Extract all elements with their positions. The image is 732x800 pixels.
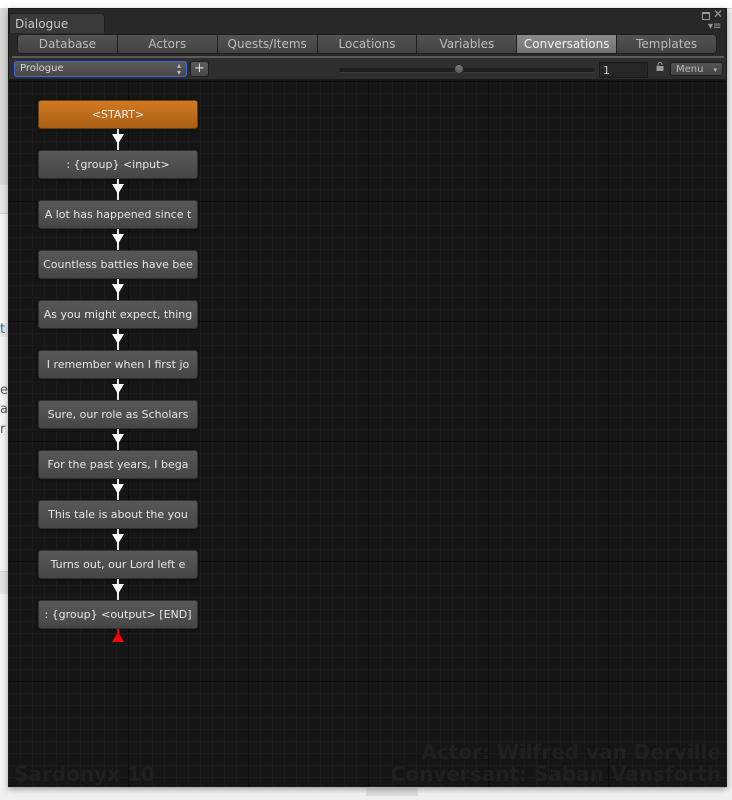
tab-quests-items[interactable]: Quests/Items [217,34,318,54]
background-text-fragment: al [0,403,8,417]
link-arrow-icon [112,534,124,544]
dialogue-entry-node[interactable]: I remember when I first jo [38,350,198,379]
window-title-tab[interactable]: Dialogue [9,13,105,33]
link-arrow-icon [112,134,124,144]
link-arrow-icon [112,384,124,394]
link-arrow-icon [112,584,124,594]
select-arrows-icon: ▴ ▾ [176,61,181,77]
background-band [366,788,418,796]
dialogue-entry-node[interactable]: For the past years, I bega [38,450,198,479]
zoom-slider[interactable] [339,64,595,74]
add-conversation-button[interactable]: + [190,61,209,77]
background-text-fragment: r [0,423,6,437]
group-node[interactable]: : {group} <input> [38,150,198,179]
link-arrow-icon [112,234,124,244]
link-arrow-icon [112,284,124,294]
participants-watermark: Actor: Wilfred van Derville Conversant: … [391,741,721,785]
dialogue-entry-node[interactable]: As you might expect, thing [38,300,198,329]
tab-locations[interactable]: Locations [317,34,418,54]
chevron-down-icon: ▾ [713,66,717,74]
link-arrow-icon [112,334,124,344]
conversation-select-value: Prologue [20,63,64,74]
actor-watermark: Actor: Wilfred van Derville [421,740,721,764]
tab-actors[interactable]: Actors [117,34,218,54]
section-tabs: Database Actors Quests/Items Locations Varia… [17,34,718,54]
link-arrow-icon [112,184,124,194]
conversation-select[interactable]: Prologue ▴ ▾ [14,61,187,77]
conversation-toolbar: Prologue ▴ ▾ + 1 Menu ▾ [9,58,726,80]
start-node[interactable]: <START> [38,100,198,129]
link-arrow-icon [112,484,124,494]
window-menu-icon[interactable]: ▾≡ [708,21,721,32]
tab-variables[interactable]: Variables [417,34,518,54]
dialogue-entry-node[interactable]: Countless battles have bee [38,250,198,279]
background-page-bottom [0,788,732,800]
zoom-slider-thumb[interactable] [454,64,465,74]
tab-conversations[interactable]: Conversations [517,34,618,54]
database-watermark: Sardonyx 10 [14,762,155,786]
dialogue-entry-node[interactable]: A lot has happened since t [38,200,198,229]
background-page-left: t e al r [0,8,8,788]
dialogue-entry-node[interactable]: Sure, our role as Scholars [38,400,198,429]
tab-database[interactable]: Database [17,34,118,54]
background-band [0,8,8,185]
background-text-fragment: t [0,323,8,337]
end-marker-icon [112,632,124,642]
link-arrow-icon [112,434,124,444]
maximize-icon[interactable] [702,12,710,20]
tab-templates[interactable]: Templates [617,34,718,54]
dialogue-entry-node[interactable]: This tale is about the you [38,500,198,529]
node-graph-canvas[interactable]: Sardonyx 10 Actor: Wilfred van Derville … [9,80,726,786]
close-icon[interactable]: ✕ [713,8,723,20]
conversant-watermark: Conversant: Saban Vansforth [390,762,721,786]
dialogue-editor-window: Dialogue ✕ ▾≡ Database Actors Quests/Items… [8,8,727,787]
dialogue-entry-node[interactable]: Turns out, our Lord left e [38,550,198,579]
background-text-fragment: e [0,384,8,398]
background-band [0,571,8,594]
background-band [0,185,8,214]
menu-dropdown[interactable]: Menu ▾ [670,62,723,76]
group-node[interactable]: : {group} <output> [END] [38,600,198,629]
lock-icon[interactable] [656,62,664,71]
menu-label: Menu [676,64,704,75]
entry-id-field[interactable]: 1 [599,62,648,78]
